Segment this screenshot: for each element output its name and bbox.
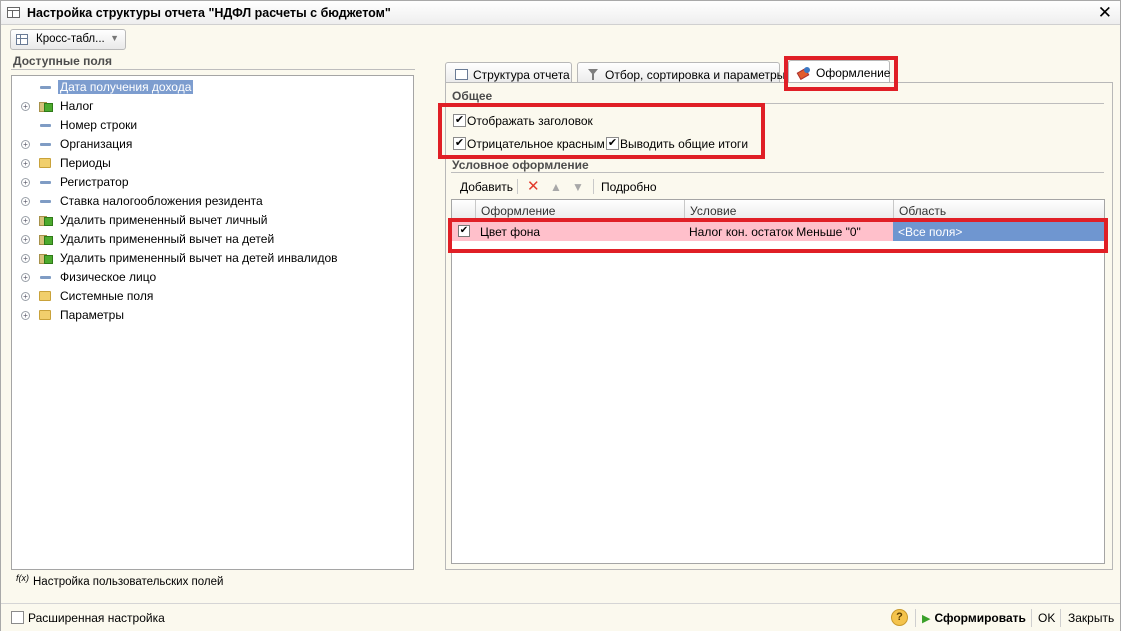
delete-icon[interactable]: ✕ (527, 177, 540, 195)
table-icon (16, 34, 28, 45)
tree-item-label: Удалить примененный вычет личный (60, 213, 268, 227)
title-bar: Настройка структуры отчета "НДФЛ расчеты… (1, 1, 1120, 25)
separator (915, 609, 916, 627)
field-icon (39, 139, 51, 149)
expand-icon[interactable]: + (21, 254, 30, 263)
tree-item-label: Удалить примененный вычет на детей (60, 232, 275, 246)
fields-title-divider (11, 69, 415, 70)
tree-item-label: Организация (60, 137, 133, 151)
folder-icon (39, 291, 51, 301)
tree-item[interactable]: + Организация (12, 135, 412, 153)
tree-item[interactable]: Дата получения дохода (12, 78, 412, 96)
resource-icon (39, 253, 53, 264)
expand-icon[interactable]: + (21, 140, 30, 149)
tab-structure-label: Структура отчета (473, 68, 570, 82)
user-fields-label: Настройка пользовательских полей (33, 576, 224, 588)
tree-item-label: Системные поля (60, 289, 154, 303)
tab-filter-label: Отбор, сортировка и параметры (605, 68, 786, 82)
add-button[interactable]: Добавить (460, 180, 513, 194)
tree-item-label: Физическое лицо (60, 270, 157, 284)
tree-item[interactable]: + Периоды (12, 154, 412, 172)
tree-item[interactable]: + Удалить примененный вычет личный (12, 211, 412, 229)
field-icon (39, 177, 51, 187)
move-up-icon[interactable]: ▲ (550, 180, 562, 194)
expand-icon[interactable]: + (21, 178, 30, 187)
tree-item[interactable]: Номер строки (12, 116, 412, 134)
fields-title: Доступные поля (13, 54, 113, 68)
move-down-icon[interactable]: ▼ (572, 180, 584, 194)
settings-window: Настройка структуры отчета "НДФЛ расчеты… (0, 0, 1121, 631)
help-icon[interactable]: ? (891, 609, 908, 626)
tree-item-label: Дата получения дохода (58, 80, 194, 94)
annotation-highlight (448, 218, 1108, 253)
advanced-settings-label: Расширенная настройка (28, 611, 165, 625)
tree-item[interactable]: + Удалить примененный вычет на детей инв… (12, 249, 412, 267)
tree-item[interactable]: + Параметры (12, 306, 412, 324)
tree-item[interactable]: + Удалить примененный вычет на детей (12, 230, 412, 248)
window-icon (7, 7, 20, 18)
variant-button[interactable]: Кросс-табл... ▼ (10, 29, 126, 50)
advanced-settings-checkbox[interactable] (11, 611, 24, 624)
chevron-down-icon: ▼ (110, 33, 119, 43)
close-icon[interactable]: ✕ (1098, 3, 1112, 23)
column-header[interactable]: Оформление (475, 200, 684, 220)
tree-item[interactable]: + Налог (12, 97, 412, 115)
tree-item-label: Периоды (60, 156, 111, 170)
column-header[interactable]: Условие (684, 200, 893, 220)
generate-button[interactable]: ▶ Сформировать (922, 611, 1026, 625)
tree-item-label: Ставка налогообложения резидента (60, 194, 263, 208)
field-icon (39, 120, 51, 130)
bottom-bar: Расширенная настройка ? ▶ Сформировать OK… (1, 603, 1120, 631)
conditional-divider (451, 172, 1104, 173)
separator (1031, 609, 1032, 627)
expand-icon[interactable]: + (21, 292, 30, 301)
close-button[interactable]: Закрыть (1068, 611, 1114, 625)
tree-item-label: Регистратор (60, 175, 129, 189)
tree-item[interactable]: + Ставка налогообложения резидента (12, 192, 412, 210)
column-header[interactable]: Область (893, 200, 1104, 220)
check-column-header (452, 200, 475, 220)
resource-icon (39, 101, 53, 112)
tree-item-label: Налог (60, 99, 94, 113)
tree-item[interactable]: + Регистратор (12, 173, 412, 191)
tree-item-label: Удалить примененный вычет на детей инвал… (60, 251, 338, 265)
resource-icon (39, 234, 53, 245)
expand-icon[interactable]: + (21, 197, 30, 206)
toolbar-separator (517, 179, 518, 194)
variant-button-label: Кросс-табл... (36, 33, 105, 45)
expand-icon[interactable]: + (21, 273, 30, 282)
toolbar-separator (593, 179, 594, 194)
ok-button[interactable]: OK (1038, 611, 1055, 625)
function-icon: f(x) (16, 573, 29, 583)
table-header: Оформление Условие Область (452, 200, 1104, 220)
tree-item[interactable]: + Системные поля (12, 287, 412, 305)
field-icon (39, 272, 51, 282)
expand-icon[interactable]: + (21, 311, 30, 320)
annotation-highlight (438, 103, 765, 159)
field-icon (39, 82, 51, 92)
tree-item[interactable]: + Физическое лицо (12, 268, 412, 286)
annotation-highlight (784, 56, 898, 91)
expand-icon[interactable]: + (21, 235, 30, 244)
folder-icon (39, 158, 51, 168)
conditional-appearance-table[interactable]: Оформление Условие Область ✔ Цвет фона Н… (451, 199, 1105, 564)
expand-icon[interactable]: + (21, 159, 30, 168)
separator (1060, 609, 1061, 627)
expand-icon[interactable]: + (21, 216, 30, 225)
window-title: Настройка структуры отчета "НДФЛ расчеты… (27, 6, 391, 20)
tree-item-label: Параметры (60, 308, 124, 322)
filter-icon (587, 69, 600, 80)
field-icon (39, 196, 51, 206)
available-fields-tree[interactable]: Дата получения дохода + Налог Номер стро… (11, 75, 414, 570)
conditional-title: Условное оформление (452, 158, 589, 172)
structure-icon (455, 69, 468, 80)
expand-icon[interactable]: + (21, 102, 30, 111)
resource-icon (39, 215, 53, 226)
general-title: Общее (452, 89, 493, 103)
generate-button-label: Сформировать (934, 611, 1026, 625)
play-icon: ▶ (922, 613, 931, 625)
details-button[interactable]: Подробно (601, 180, 657, 194)
folder-icon (39, 310, 51, 320)
tree-item-label: Номер строки (60, 118, 138, 132)
